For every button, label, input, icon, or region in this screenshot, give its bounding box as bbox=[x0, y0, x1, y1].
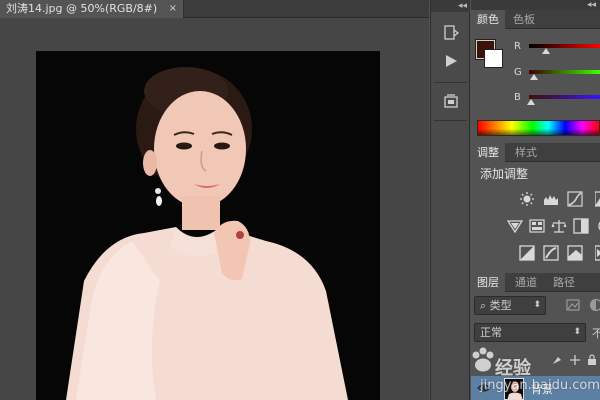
tab-swatches[interactable]: 色板 bbox=[507, 10, 541, 29]
background-color-swatch[interactable] bbox=[484, 49, 503, 68]
layer-name: 背景 bbox=[531, 383, 553, 396]
dropdown-arrows-icon: ⬍ bbox=[533, 300, 541, 310]
channel-r-slider[interactable] bbox=[529, 44, 600, 48]
channel-b-thumb[interactable] bbox=[527, 99, 536, 105]
channel-b-label: B bbox=[514, 92, 521, 103]
channel-r-label: R bbox=[514, 41, 521, 52]
color-spectrum-ramp[interactable] bbox=[477, 120, 600, 136]
right-panels: ◂◂ 颜色 色板 R G B 调整 样式 添加调整 图层 通道 路径 ⌕ 类型 … bbox=[471, 0, 600, 400]
exposure-icon[interactable] bbox=[591, 191, 600, 207]
layer-thumbnail bbox=[504, 378, 524, 400]
channel-g-label: G bbox=[514, 67, 522, 78]
adjustment-filter-icon[interactable] bbox=[587, 297, 600, 313]
channel-r-thumb[interactable] bbox=[542, 48, 551, 54]
panel-collapse-icon[interactable]: ◂◂ bbox=[471, 0, 600, 10]
lock-all-icon[interactable] bbox=[584, 352, 600, 368]
photo-canvas[interactable] bbox=[36, 51, 380, 400]
eye-visibility-icon[interactable] bbox=[477, 382, 491, 394]
layer-filter-dropdown[interactable]: ⌕ 类型 ⬍ bbox=[474, 296, 546, 315]
opacity-label: 不 bbox=[592, 327, 600, 340]
tab-color[interactable]: 颜色 bbox=[471, 10, 505, 29]
channel-g-slider[interactable] bbox=[529, 70, 600, 74]
tab-paths[interactable]: 路径 bbox=[547, 273, 581, 292]
threshold-icon[interactable] bbox=[567, 245, 583, 261]
document-tab-bar: 刘涛14.jpg @ 50%(RGB/8#) × bbox=[0, 0, 429, 18]
document-tab[interactable]: 刘涛14.jpg @ 50%(RGB/8#) × bbox=[0, 0, 184, 18]
search-icon: ⌕ bbox=[480, 299, 487, 312]
layer-row-background[interactable]: 背景 bbox=[471, 376, 600, 400]
panel-icon-strip: ◂◂ bbox=[430, 0, 470, 400]
strip-divider bbox=[434, 120, 467, 121]
color-panel-tabs: 颜色 色板 bbox=[471, 10, 600, 29]
levels-icon[interactable] bbox=[543, 191, 559, 207]
close-icon[interactable]: × bbox=[169, 0, 177, 18]
channel-g-thumb[interactable] bbox=[529, 74, 538, 80]
hue-saturation-icon[interactable] bbox=[529, 218, 545, 234]
curves-icon[interactable] bbox=[567, 191, 583, 207]
photo-filter-icon[interactable] bbox=[593, 218, 600, 234]
tab-adjustments[interactable]: 调整 bbox=[471, 143, 505, 162]
properties-icon[interactable] bbox=[440, 90, 462, 112]
play-action-icon[interactable] bbox=[440, 50, 462, 72]
add-adjustment-label: 添加调整 bbox=[480, 167, 529, 181]
vibrance-icon[interactable] bbox=[507, 218, 523, 234]
color-balance-icon[interactable] bbox=[551, 218, 567, 234]
lock-position-icon[interactable] bbox=[567, 352, 583, 368]
collapse-icon[interactable]: ◂◂ bbox=[431, 0, 470, 12]
portrait-image bbox=[36, 51, 380, 400]
tab-layers[interactable]: 图层 bbox=[471, 273, 505, 292]
layer-filter-label: 类型 bbox=[489, 299, 512, 312]
brightness-contrast-icon[interactable] bbox=[519, 191, 535, 207]
document-area: 刘涛14.jpg @ 50%(RGB/8#) × bbox=[0, 0, 429, 400]
tab-styles[interactable]: 样式 bbox=[509, 143, 543, 162]
strip-divider bbox=[434, 82, 467, 83]
black-white-icon[interactable] bbox=[573, 218, 589, 234]
blend-mode-dropdown[interactable]: 正常 ⬍ bbox=[474, 323, 586, 342]
adjustments-panel-tabs: 调整 样式 bbox=[471, 143, 600, 162]
dropdown-arrows-icon: ⬍ bbox=[573, 327, 581, 337]
history-icon[interactable] bbox=[440, 22, 462, 44]
channel-b-slider[interactable] bbox=[529, 95, 600, 99]
tab-channels[interactable]: 通道 bbox=[509, 273, 543, 292]
document-tab-title: 刘涛14.jpg @ 50%(RGB/8#) bbox=[6, 2, 158, 15]
image-filter-icon[interactable] bbox=[565, 297, 581, 313]
selective-color-icon[interactable] bbox=[591, 245, 600, 261]
invert-icon[interactable] bbox=[519, 245, 535, 261]
blend-mode-value: 正常 bbox=[480, 326, 502, 339]
lock-pixels-icon[interactable] bbox=[549, 352, 565, 368]
layers-panel-tabs: 图层 通道 路径 bbox=[471, 273, 600, 292]
posterize-icon[interactable] bbox=[543, 245, 559, 261]
